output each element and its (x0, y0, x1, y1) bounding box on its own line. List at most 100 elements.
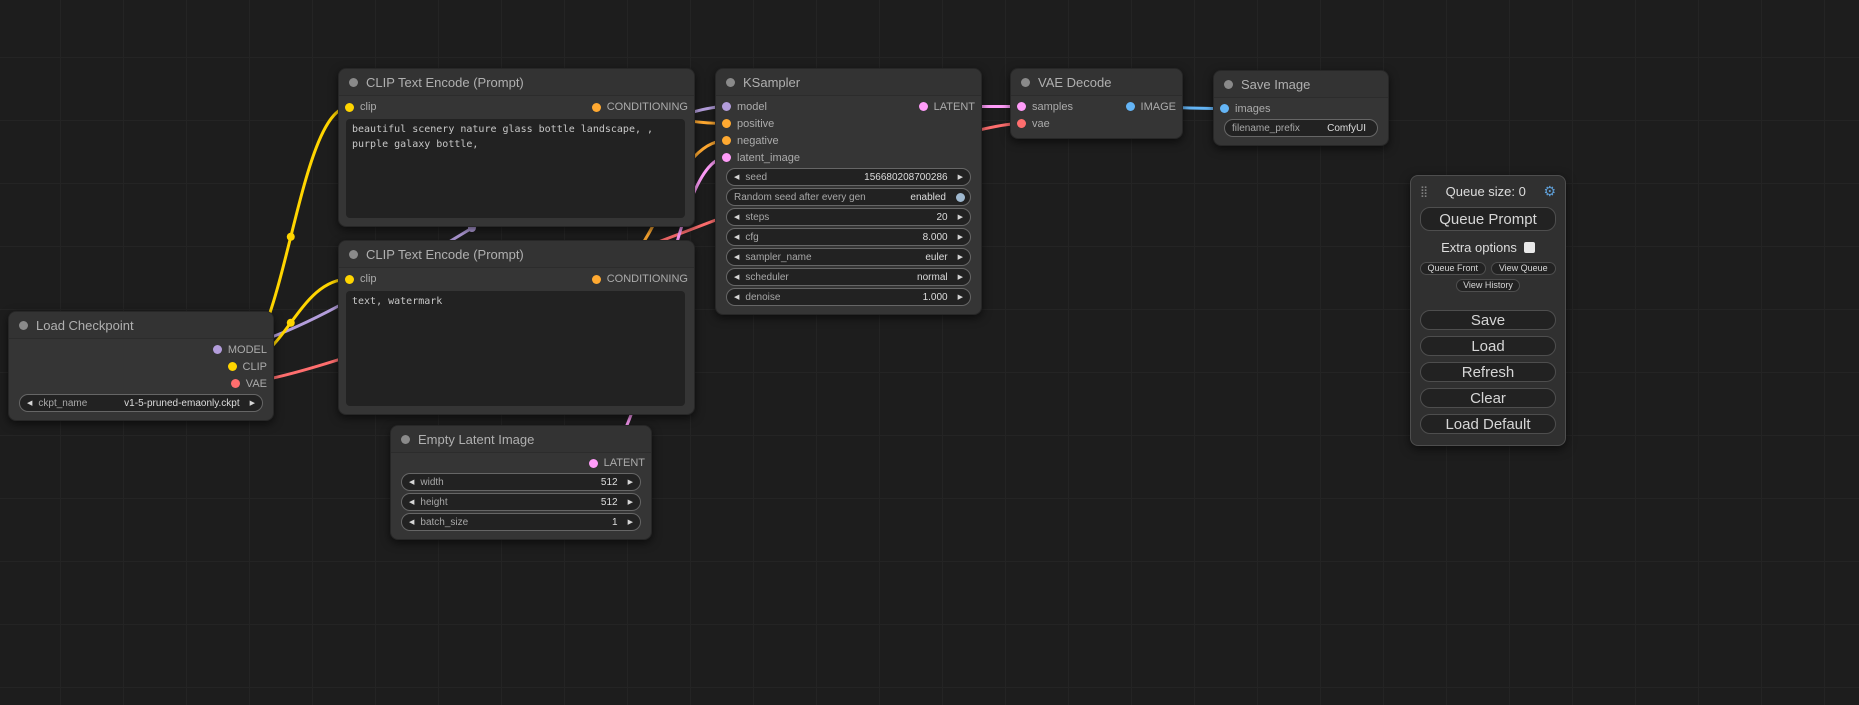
filename-prefix-text-widget[interactable]: filename_prefix ComfyUI (1224, 119, 1378, 137)
increment-arrow-icon[interactable]: ▶ (958, 274, 963, 281)
node-title: CLIP Text Encode (Prompt) (366, 75, 524, 90)
positive-input-dot[interactable] (722, 119, 731, 128)
model-input-dot[interactable] (722, 102, 731, 111)
node-collapse-dot[interactable] (1021, 78, 1030, 87)
increment-arrow-icon[interactable]: ▶ (958, 174, 963, 181)
clip-input-dot[interactable] (345, 103, 354, 112)
prompt-text-input[interactable]: text, watermark (346, 291, 685, 406)
decrement-arrow-icon[interactable]: ◀ (734, 294, 739, 301)
node-save-image[interactable]: Save Image images filename_prefix ComfyU… (1213, 70, 1389, 146)
image-output-dot[interactable] (1126, 102, 1135, 111)
increment-arrow-icon[interactable]: ▶ (958, 214, 963, 221)
output-slot-clip: CLIP (228, 361, 267, 373)
widget-value: 1.000 (923, 292, 948, 303)
height-number-widget[interactable]: ◀ height 512 ▶ (401, 493, 641, 511)
increment-arrow-icon[interactable]: ▶ (628, 499, 633, 506)
widget-name: Random seed after every gen (734, 192, 866, 203)
node-collapse-dot[interactable] (19, 321, 28, 330)
load-default-button[interactable]: Load Default (1420, 414, 1556, 434)
decrement-arrow-icon[interactable]: ◀ (734, 174, 739, 181)
node-title-bar[interactable]: VAE Decode (1011, 69, 1182, 96)
width-number-widget[interactable]: ◀ width 512 ▶ (401, 473, 641, 491)
samples-input-dot[interactable] (1017, 102, 1026, 111)
steps-number-widget[interactable]: ◀ steps 20 ▶ (726, 208, 971, 226)
increment-arrow-icon[interactable]: ▶ (958, 234, 963, 241)
node-collapse-dot[interactable] (401, 435, 410, 444)
images-input-dot[interactable] (1220, 104, 1229, 113)
node-vae-decode[interactable]: VAE Decode samples IMAGE vae (1010, 68, 1183, 139)
save-button[interactable]: Save (1420, 310, 1556, 330)
scheduler-combo-widget[interactable]: ◀ scheduler normal ▶ (726, 268, 971, 286)
widget-value: normal (917, 272, 948, 283)
node-title-bar[interactable]: KSampler (716, 69, 981, 96)
decrement-arrow-icon[interactable]: ◀ (734, 234, 739, 241)
increment-arrow-icon[interactable]: ▶ (958, 254, 963, 261)
increment-arrow-icon[interactable]: ▶ (628, 479, 633, 486)
cfg-number-widget[interactable]: ◀ cfg 8.000 ▶ (726, 228, 971, 246)
queue-front-button[interactable]: Queue Front (1420, 262, 1486, 275)
prompt-text-input[interactable]: beautiful scenery nature glass bottle la… (346, 119, 685, 218)
decrement-arrow-icon[interactable]: ◀ (734, 214, 739, 221)
clip-input-dot[interactable] (345, 275, 354, 284)
random-seed-toggle-widget[interactable]: Random seed after every gen enabled (726, 188, 971, 206)
comfy-menu-panel[interactable]: ⣿ Queue size: 0 ⚙ Queue Prompt Extra opt… (1410, 175, 1566, 446)
vae-input-dot[interactable] (1017, 119, 1026, 128)
decrement-arrow-icon[interactable]: ◀ (27, 400, 32, 407)
batch-size-number-widget[interactable]: ◀ batch_size 1 ▶ (401, 513, 641, 531)
sampler-name-combo-widget[interactable]: ◀ sampler_name euler ▶ (726, 248, 971, 266)
toggle-on-indicator[interactable] (956, 193, 965, 202)
node-clip-text-encode-positive[interactable]: CLIP Text Encode (Prompt) clip CONDITION… (338, 68, 695, 227)
increment-arrow-icon[interactable]: ▶ (958, 294, 963, 301)
node-collapse-dot[interactable] (1224, 80, 1233, 89)
seed-number-widget[interactable]: ◀ seed 156680208700286 ▶ (726, 168, 971, 186)
node-title-bar[interactable]: CLIP Text Encode (Prompt) (339, 241, 694, 268)
widget-value: euler (925, 252, 947, 263)
clear-button[interactable]: Clear (1420, 388, 1556, 408)
drag-handle-icon[interactable]: ⣿ (1420, 185, 1428, 198)
decrement-arrow-icon[interactable]: ◀ (409, 519, 414, 526)
node-ksampler[interactable]: KSampler model LATENT positive (715, 68, 982, 315)
latent-image-input-dot[interactable] (722, 153, 731, 162)
settings-gear-icon[interactable]: ⚙ (1543, 183, 1556, 200)
node-title-bar[interactable]: CLIP Text Encode (Prompt) (339, 69, 694, 96)
conditioning-output-dot[interactable] (592, 275, 601, 284)
node-empty-latent-image[interactable]: Empty Latent Image LATENT ◀ width 512 ▶ … (390, 425, 652, 540)
node-graph-canvas[interactable]: Load Checkpoint MODEL CLIP VAE (0, 0, 1859, 705)
node-clip-text-encode-negative[interactable]: CLIP Text Encode (Prompt) clip CONDITION… (338, 240, 695, 415)
model-output-dot[interactable] (213, 345, 222, 354)
ckpt-name-combo-widget[interactable]: ◀ ckpt_name v1-5-pruned-emaonly.ckpt ▶ (19, 394, 263, 412)
latent-output-dot[interactable] (919, 102, 928, 111)
negative-input-dot[interactable] (722, 136, 731, 145)
node-title-bar[interactable]: Load Checkpoint (9, 312, 273, 339)
queue-prompt-button[interactable]: Queue Prompt (1420, 207, 1556, 231)
conditioning-output-dot[interactable] (592, 103, 601, 112)
node-load-checkpoint[interactable]: Load Checkpoint MODEL CLIP VAE (8, 311, 274, 421)
decrement-arrow-icon[interactable]: ◀ (734, 254, 739, 261)
decrement-arrow-icon[interactable]: ◀ (409, 479, 414, 486)
node-title-bar[interactable]: Empty Latent Image (391, 426, 651, 453)
widget-name: denoise (745, 292, 780, 303)
node-collapse-dot[interactable] (349, 250, 358, 259)
load-button[interactable]: Load (1420, 336, 1556, 356)
decrement-arrow-icon[interactable]: ◀ (409, 499, 414, 506)
increment-arrow-icon[interactable]: ▶ (250, 400, 255, 407)
refresh-button[interactable]: Refresh (1420, 362, 1556, 382)
clip-output-dot[interactable] (228, 362, 237, 371)
vae-output-dot[interactable] (231, 379, 240, 388)
node-title-bar[interactable]: Save Image (1214, 71, 1388, 98)
decrement-arrow-icon[interactable]: ◀ (734, 274, 739, 281)
output-slot-latent: LATENT (589, 457, 645, 469)
increment-arrow-icon[interactable]: ▶ (628, 519, 633, 526)
node-collapse-dot[interactable] (726, 78, 735, 87)
denoise-number-widget[interactable]: ◀ denoise 1.000 ▶ (726, 288, 971, 306)
node-collapse-dot[interactable] (349, 78, 358, 87)
view-history-button[interactable]: View History (1456, 279, 1520, 292)
slot-row: clip CONDITIONING (339, 270, 694, 288)
slot-label: MODEL (228, 344, 267, 356)
latent-output-dot[interactable] (589, 459, 598, 468)
widget-value: ComfyUI (1327, 123, 1366, 134)
view-queue-button[interactable]: View Queue (1491, 262, 1557, 275)
slot-label: images (1235, 103, 1270, 115)
extra-options-checkbox[interactable] (1524, 242, 1535, 253)
slot-label: CLIP (243, 361, 267, 373)
